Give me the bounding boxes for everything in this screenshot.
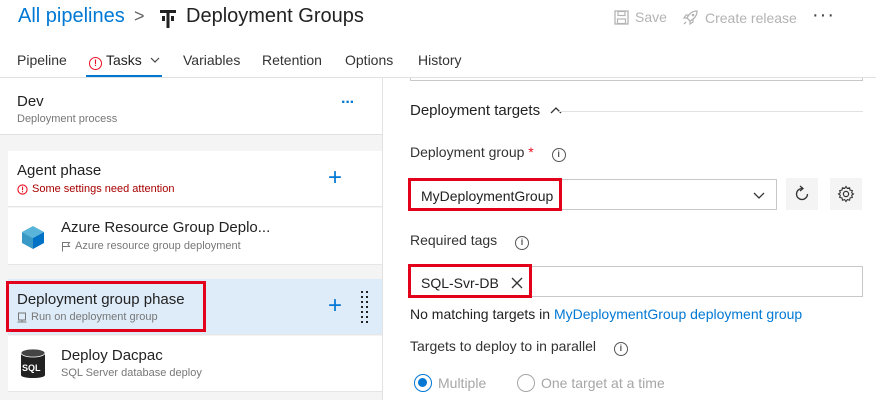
manage-button[interactable]	[830, 178, 862, 210]
stage-header[interactable]: Dev Deployment process ···	[0, 78, 382, 135]
chevron-up-icon	[550, 107, 562, 114]
agent-phase-title: Agent phase	[17, 162, 102, 179]
tab-bar: Pipeline ! Tasks Variables Retention Opti…	[0, 40, 876, 76]
phases-panel: Dev Deployment process ··· Agent phase S…	[0, 78, 383, 400]
create-release-button[interactable]: Create release	[682, 9, 797, 26]
breadcrumb-separator: >	[134, 6, 145, 26]
stage-more-button[interactable]: ···	[341, 94, 355, 112]
save-label: Save	[635, 9, 667, 25]
deployment-group-label-text: Deployment group	[410, 144, 525, 160]
add-task-button[interactable]: +	[328, 294, 342, 318]
task-row-dacpac[interactable]: SQL Deploy Dacpac SQL Server database de…	[8, 336, 382, 392]
rocket-icon	[682, 10, 698, 26]
release-pipeline-icon	[160, 10, 176, 28]
create-release-label: Create release	[705, 9, 797, 26]
info-icon[interactable]: i	[515, 236, 530, 250]
tab-tasks[interactable]: ! Tasks	[89, 52, 160, 70]
highlight-deployment-group-phase	[6, 281, 206, 332]
drag-handle-icon[interactable]	[361, 291, 369, 323]
refresh-button[interactable]	[786, 178, 818, 210]
chevron-down-icon	[150, 57, 160, 63]
task-dacpac-title: Deploy Dacpac	[61, 347, 163, 364]
deployment-targets-header[interactable]: Deployment targets	[410, 102, 562, 119]
parallel-targets-label-text: Targets to deploy to in parallel	[410, 338, 596, 354]
tab-variables[interactable]: Variables	[183, 52, 240, 68]
warning-circle-icon	[17, 183, 28, 195]
flag-icon	[62, 241, 71, 251]
tab-options[interactable]: Options	[345, 52, 393, 68]
radio-one-target-label: One target at a time	[541, 375, 665, 391]
tab-retention[interactable]: Retention	[262, 52, 322, 68]
more-actions-button[interactable]: ···	[812, 4, 835, 27]
tab-tasks-label: Tasks	[106, 52, 142, 68]
tab-history[interactable]: History	[418, 52, 462, 68]
stage-subtitle: Deployment process	[17, 113, 118, 125]
previous-field-bottom	[410, 78, 863, 81]
gear-icon	[837, 185, 855, 203]
info-icon[interactable]: i	[551, 148, 566, 162]
radio-one-target-indicator	[517, 374, 535, 392]
agent-phase-warning: Some settings need attention	[17, 183, 174, 195]
task-row-azure[interactable]: Azure Resource Group Deplo... Azure reso…	[8, 208, 382, 265]
refresh-icon	[795, 185, 809, 201]
agent-phase-warning-text: Some settings need attention	[32, 183, 175, 195]
deployment-group-label: Deployment group * i	[410, 144, 566, 162]
radio-one-target[interactable]: One target at a time	[517, 374, 665, 392]
deployment-targets-title: Deployment targets	[410, 102, 541, 119]
info-icon[interactable]: i	[613, 342, 628, 356]
sql-icon-text: SQL	[22, 363, 41, 373]
page-header: All pipelines > Deployment Groups Save C…	[0, 0, 876, 38]
save-button[interactable]: Save	[614, 9, 667, 25]
chevron-down-icon	[753, 192, 765, 199]
radio-multiple-label: Multiple	[438, 375, 487, 391]
page-title: Deployment Groups	[186, 5, 364, 27]
required-tags-label-text: Required tags	[410, 232, 498, 248]
agent-phase-row[interactable]: Agent phase Some settings need attention…	[8, 151, 382, 207]
breadcrumb-all-pipelines[interactable]: All pipelines	[18, 5, 125, 28]
section-divider	[559, 111, 863, 112]
required-tags-label: Required tags i	[410, 232, 530, 250]
required-mark: *	[528, 144, 534, 160]
radio-multiple-indicator	[414, 374, 432, 392]
deployment-group-link[interactable]: MyDeploymentGroup deployment group	[554, 306, 802, 322]
save-icon	[614, 9, 629, 25]
highlight-deployment-group-value	[408, 178, 562, 211]
task-azure-subtitle: Azure resource group deployment	[61, 240, 241, 252]
add-task-button[interactable]: +	[328, 166, 342, 190]
task-azure-subtitle-text: Azure resource group deployment	[75, 240, 241, 252]
highlight-tag-value	[408, 264, 532, 298]
no-matching-targets-message: No matching targets in MyDeploymentGroup…	[410, 306, 802, 322]
radio-multiple[interactable]: Multiple	[414, 374, 486, 392]
task-azure-title: Azure Resource Group Deplo...	[61, 219, 271, 236]
parallel-targets-label: Targets to deploy to in parallel i	[410, 338, 628, 356]
tab-pipeline[interactable]: Pipeline	[17, 52, 67, 68]
warning-circle-icon: !	[89, 57, 102, 70]
stage-name: Dev	[17, 93, 44, 110]
azure-resource-group-icon	[22, 226, 44, 249]
no-match-prefix: No matching targets in	[410, 306, 554, 322]
phase-settings-panel: Deployment targets Deployment group * i …	[384, 78, 876, 400]
task-dacpac-subtitle: SQL Server database deploy	[61, 367, 202, 379]
